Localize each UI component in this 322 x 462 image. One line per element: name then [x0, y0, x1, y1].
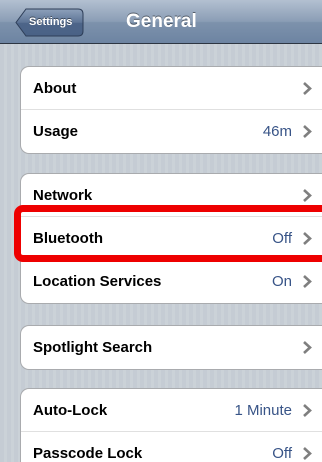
- row-value: 1 Minute: [234, 402, 292, 419]
- back-button-label: Settings: [29, 16, 73, 28]
- row-about[interactable]: About: [21, 67, 322, 110]
- chevron-right-icon: [303, 125, 312, 138]
- chevron-right-icon: [303, 404, 312, 417]
- group-network-bluetooth-location: Network Bluetooth Off Location Services …: [20, 173, 322, 304]
- settings-back-button[interactable]: Settings: [15, 8, 84, 37]
- row-value: On: [271, 273, 292, 290]
- chevron-right-icon: [303, 189, 312, 202]
- row-location-services[interactable]: Location Services On: [21, 260, 322, 303]
- row-label: Usage: [33, 123, 79, 140]
- chevron-right-icon: [303, 275, 312, 288]
- row-value: 46m: [262, 123, 292, 140]
- row-bluetooth[interactable]: Bluetooth Off: [21, 217, 322, 260]
- chevron-right-icon: [303, 82, 312, 95]
- row-label: Passcode Lock: [33, 445, 143, 462]
- chevron-right-icon: [303, 447, 312, 460]
- navigation-bar: Settings General: [0, 0, 322, 44]
- row-usage[interactable]: Usage 46m: [21, 110, 322, 153]
- group-about-usage: About Usage 46m: [20, 66, 322, 154]
- group-spotlight: Spotlight Search: [20, 325, 322, 370]
- row-label: Network: [33, 187, 93, 204]
- row-value: Off: [272, 230, 292, 247]
- row-auto-lock[interactable]: Auto-Lock 1 Minute: [21, 389, 322, 432]
- row-label: Location Services: [33, 273, 162, 290]
- chevron-right-icon: [303, 232, 312, 245]
- row-spotlight-search[interactable]: Spotlight Search: [21, 326, 322, 369]
- row-label: Auto-Lock: [33, 402, 108, 419]
- group-lock: Auto-Lock 1 Minute Passcode Lock Off: [20, 388, 322, 462]
- row-label: About: [33, 80, 77, 97]
- row-passcode-lock[interactable]: Passcode Lock Off: [21, 432, 322, 462]
- row-network[interactable]: Network: [21, 174, 322, 217]
- page-title: General: [126, 11, 197, 32]
- row-value: Off: [272, 445, 292, 462]
- chevron-right-icon: [303, 341, 312, 354]
- row-label: Spotlight Search: [33, 339, 153, 356]
- row-label: Bluetooth: [33, 230, 103, 247]
